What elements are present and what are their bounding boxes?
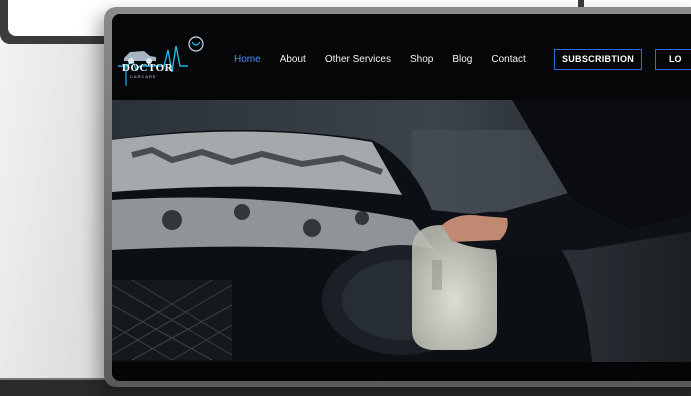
laptop-frame: DOCTOR CARCARE Home About Other Services… xyxy=(104,7,691,387)
site-logo[interactable]: DOCTOR CARCARE xyxy=(118,36,206,88)
nav-link-shop[interactable]: Shop xyxy=(410,54,433,65)
screen-bottom-bar xyxy=(112,362,691,381)
hero-image xyxy=(112,100,691,362)
site-header: DOCTOR CARCARE Home About Other Services… xyxy=(112,14,691,100)
main-nav: Home About Other Services Shop Blog Cont… xyxy=(234,54,545,65)
laptop-screen: DOCTOR CARCARE Home About Other Services… xyxy=(112,14,691,381)
logo-wordmark: DOCTOR xyxy=(122,62,174,74)
nav-link-home[interactable]: Home xyxy=(234,54,261,65)
nav-link-blog[interactable]: Blog xyxy=(452,54,472,65)
nav-link-other-services[interactable]: Other Services xyxy=(325,54,391,65)
logo-tagline: CARCARE xyxy=(130,74,157,79)
subscription-button[interactable]: SUBSCRIBTION xyxy=(554,49,642,70)
nav-link-contact[interactable]: Contact xyxy=(491,54,525,65)
nav-link-about[interactable]: About xyxy=(280,54,306,65)
login-button[interactable]: LO xyxy=(655,49,691,70)
car-wash-photo xyxy=(112,100,691,362)
